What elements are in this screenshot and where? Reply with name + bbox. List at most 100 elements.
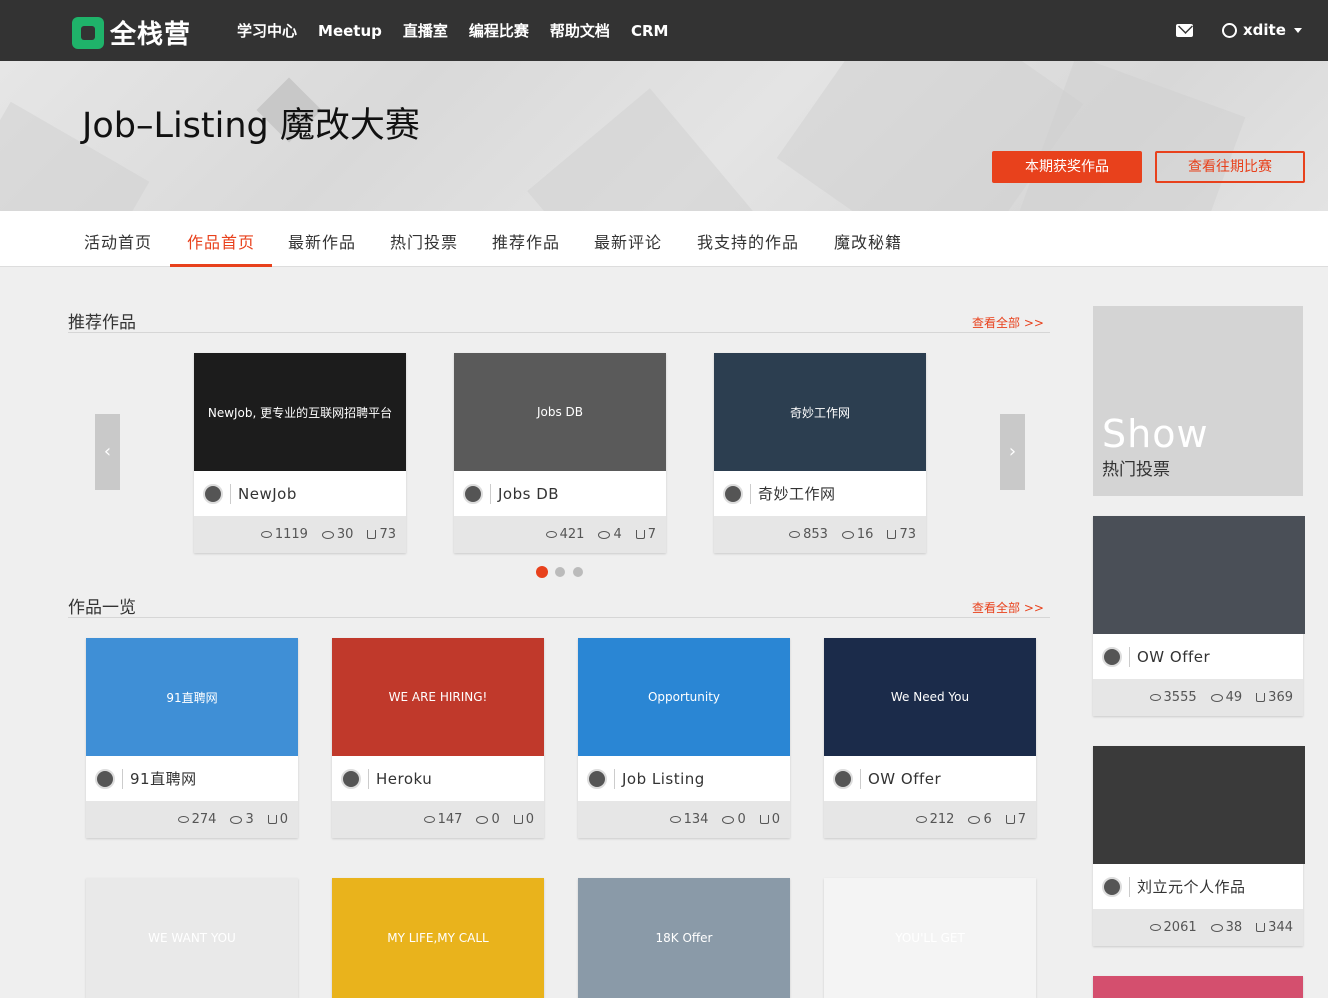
site-logo[interactable]: 全栈营 bbox=[72, 14, 191, 51]
user-icon bbox=[1222, 22, 1237, 38]
work-title-row[interactable]: Jobs DB bbox=[454, 471, 666, 516]
hot-votes-panel[interactable]: Show 热门投票 bbox=[1093, 306, 1303, 496]
work-card[interactable]: Opportunity Job Listing 134 0 0 bbox=[578, 638, 790, 838]
work-card[interactable]: WE WANT YOU bbox=[86, 878, 298, 998]
likes-stat[interactable]: 344 bbox=[1256, 920, 1293, 935]
thumbnail-caption: Jobs DB bbox=[536, 405, 584, 419]
works-view-all-link[interactable]: 查看全部 >> bbox=[972, 599, 1044, 616]
work-card[interactable]: NewJob, 更专业的互联网招聘平台 NewJob 1119 30 73 bbox=[194, 353, 406, 553]
user-menu[interactable]: xdite bbox=[1222, 21, 1302, 39]
nav-learning-center[interactable]: 学习中心 bbox=[237, 20, 297, 41]
works-list-title: 作品一览 bbox=[68, 598, 136, 618]
work-thumbnail[interactable]: WE ARE HIRING! bbox=[332, 638, 544, 756]
work-card[interactable]: MY LIFE,MY CALL bbox=[332, 878, 544, 998]
tab-mod-guide[interactable]: 魔改秘籍 bbox=[818, 211, 918, 267]
comments-stat[interactable]: 0 bbox=[722, 812, 746, 827]
work-card[interactable]: We Need You OW Offer 212 6 7 bbox=[824, 638, 1036, 838]
nav-crm[interactable]: CRM bbox=[631, 22, 669, 40]
contest-banner: Job–Listing 魔改大赛 本期获奖作品 查看往期比赛 bbox=[0, 61, 1328, 211]
featured-view-all-link[interactable]: 查看全部 >> bbox=[972, 314, 1044, 331]
tab-hot-votes[interactable]: 热门投票 bbox=[374, 211, 474, 267]
work-title-row[interactable]: 奇妙工作网 bbox=[714, 471, 926, 516]
work-thumbnail[interactable]: WE WANT YOU bbox=[86, 878, 298, 998]
views-stat: 274 bbox=[177, 812, 216, 827]
work-card[interactable]: WE ARE HIRING! Heroku 147 0 0 bbox=[332, 638, 544, 838]
carousel-prev-button[interactable]: ‹ bbox=[95, 414, 120, 490]
views-stat: 2061 bbox=[1149, 920, 1197, 935]
tab-works-home[interactable]: 作品首页 bbox=[170, 211, 272, 267]
carousel-next-button[interactable]: › bbox=[1000, 414, 1025, 490]
likes-stat[interactable]: 0 bbox=[513, 812, 534, 827]
work-title: Heroku bbox=[376, 769, 433, 788]
tab-latest-works[interactable]: 最新作品 bbox=[272, 211, 372, 267]
work-thumbnail[interactable]: 91直聘网 bbox=[86, 638, 298, 756]
nav-help-docs[interactable]: 帮助文档 bbox=[550, 20, 610, 41]
likes-stat[interactable]: 7 bbox=[635, 527, 656, 542]
work-card[interactable]: YOU'LL GET bbox=[824, 878, 1036, 998]
nav-live-room[interactable]: 直播室 bbox=[403, 20, 448, 41]
likes-stat[interactable]: 369 bbox=[1256, 690, 1293, 705]
comments-stat[interactable]: 38 bbox=[1210, 920, 1242, 935]
tab-my-supported[interactable]: 我支持的作品 bbox=[680, 211, 816, 267]
work-card[interactable]: 奇妙工作网 奇妙工作网 853 16 73 bbox=[714, 353, 926, 553]
comments-count: 3 bbox=[245, 812, 254, 827]
username: xdite bbox=[1243, 21, 1286, 39]
work-title-row[interactable]: OW Offer bbox=[1093, 634, 1303, 679]
comment-icon bbox=[1210, 693, 1223, 702]
likes-stat[interactable]: 0 bbox=[267, 812, 288, 827]
nav-meetup[interactable]: Meetup bbox=[318, 22, 382, 40]
comments-count: 0 bbox=[491, 812, 500, 827]
work-card[interactable]: 刘立元个人作品 2061 38 344 bbox=[1093, 746, 1305, 946]
work-title-row[interactable]: 刘立元个人作品 bbox=[1093, 864, 1303, 909]
thumbnail-caption: YOU'LL GET bbox=[895, 931, 965, 945]
awarded-works-button[interactable]: 本期获奖作品 bbox=[992, 151, 1142, 183]
likes-stat[interactable]: 0 bbox=[759, 812, 780, 827]
work-thumbnail[interactable]: We Need You bbox=[824, 638, 1036, 756]
likes-stat[interactable]: 73 bbox=[887, 527, 916, 542]
work-thumbnail[interactable] bbox=[1093, 516, 1305, 634]
eye-icon bbox=[423, 816, 435, 823]
work-title-row[interactable]: 91直聘网 bbox=[86, 756, 298, 801]
work-card[interactable]: OW Offer 3555 49 369 bbox=[1093, 516, 1305, 716]
comments-stat[interactable]: 30 bbox=[321, 527, 353, 542]
work-card[interactable] bbox=[1093, 976, 1303, 998]
comments-stat[interactable]: 0 bbox=[476, 812, 500, 827]
work-thumbnail[interactable]: 18K Offer bbox=[578, 878, 790, 998]
work-thumbnail[interactable]: Jobs DB bbox=[454, 353, 666, 471]
thumbs-up-icon bbox=[1005, 815, 1015, 824]
eye-icon bbox=[669, 816, 681, 823]
likes-stat[interactable]: 73 bbox=[367, 527, 396, 542]
carousel-dot-1[interactable] bbox=[536, 566, 548, 578]
nav-coding-contest[interactable]: 编程比赛 bbox=[469, 20, 529, 41]
comments-stat[interactable]: 3 bbox=[230, 812, 254, 827]
comments-stat[interactable]: 49 bbox=[1210, 690, 1242, 705]
carousel-dot-3[interactable] bbox=[573, 567, 583, 577]
comments-stat[interactable]: 16 bbox=[841, 527, 873, 542]
work-thumbnail[interactable]: Opportunity bbox=[578, 638, 790, 756]
work-title-row[interactable]: NewJob bbox=[194, 471, 406, 516]
tab-latest-comments[interactable]: 最新评论 bbox=[578, 211, 678, 267]
work-thumbnail[interactable]: MY LIFE,MY CALL bbox=[332, 878, 544, 998]
work-title-row[interactable]: Heroku bbox=[332, 756, 544, 801]
work-thumbnail[interactable]: 奇妙工作网 bbox=[714, 353, 926, 471]
work-thumbnail[interactable] bbox=[1093, 746, 1305, 864]
thumbnail-caption: 奇妙工作网 bbox=[789, 405, 850, 420]
tab-recommended[interactable]: 推荐作品 bbox=[476, 211, 576, 267]
work-card[interactable]: Jobs DB Jobs DB 421 4 7 bbox=[454, 353, 666, 553]
mail-icon[interactable] bbox=[1176, 24, 1193, 37]
thumbs-up-icon bbox=[887, 530, 897, 539]
work-card[interactable]: 18K Offer bbox=[578, 878, 790, 998]
carousel-dot-2[interactable] bbox=[555, 567, 565, 577]
likes-stat[interactable]: 7 bbox=[1005, 812, 1026, 827]
work-thumbnail[interactable]: YOU'LL GET bbox=[824, 878, 1036, 998]
comments-stat[interactable]: 4 bbox=[598, 527, 622, 542]
thumbnail-caption: NewJob, 更专业的互联网招聘平台 bbox=[207, 405, 393, 420]
thumbs-up-icon bbox=[1256, 923, 1266, 932]
work-card[interactable]: 91直聘网 91直聘网 274 3 0 bbox=[86, 638, 298, 838]
work-title-row[interactable]: Job Listing bbox=[578, 756, 790, 801]
tab-activity-home[interactable]: 活动首页 bbox=[68, 211, 168, 267]
work-title-row[interactable]: OW Offer bbox=[824, 756, 1036, 801]
comments-stat[interactable]: 6 bbox=[968, 812, 992, 827]
past-contests-button[interactable]: 查看往期比赛 bbox=[1155, 151, 1305, 183]
work-thumbnail[interactable]: NewJob, 更专业的互联网招聘平台 bbox=[194, 353, 406, 471]
